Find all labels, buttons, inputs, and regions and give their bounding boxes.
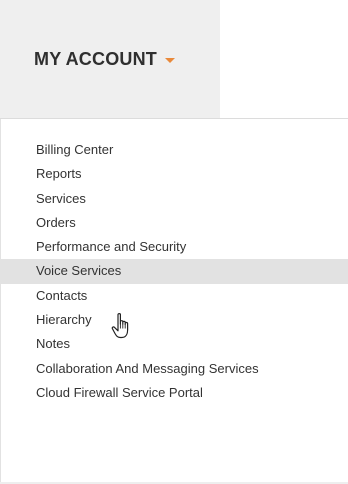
menu-item-hierarchy[interactable]: Hierarchy — [1, 308, 348, 332]
menu-item-reports[interactable]: Reports — [1, 162, 348, 186]
menu-item-voice-services[interactable]: Voice Services — [1, 259, 348, 284]
menu-item-services[interactable]: Services — [1, 187, 348, 211]
menu-item-notes[interactable]: Notes — [1, 332, 348, 356]
menu-item-collaboration-and-messaging-services[interactable]: Collaboration And Messaging Services — [1, 357, 348, 381]
top-navigation-bar: MY ACCOUNT — [0, 0, 348, 119]
caret-down-icon — [165, 57, 175, 63]
menu-item-orders[interactable]: Orders — [1, 211, 348, 235]
menu-item-billing-center[interactable]: Billing Center — [1, 138, 348, 162]
my-account-label: MY ACCOUNT — [34, 48, 157, 69]
menu-item-cloud-firewall-service-portal[interactable]: Cloud Firewall Service Portal — [1, 381, 348, 405]
my-account-menu-button[interactable]: MY ACCOUNT — [0, 0, 220, 118]
hand-pointer-icon — [111, 313, 129, 339]
menu-list: Billing Center Reports Services Orders P… — [1, 138, 348, 405]
my-account-dropdown: Billing Center Reports Services Orders P… — [0, 119, 348, 484]
menu-item-performance-and-security[interactable]: Performance and Security — [1, 235, 348, 259]
menu-item-contacts[interactable]: Contacts — [1, 284, 348, 308]
